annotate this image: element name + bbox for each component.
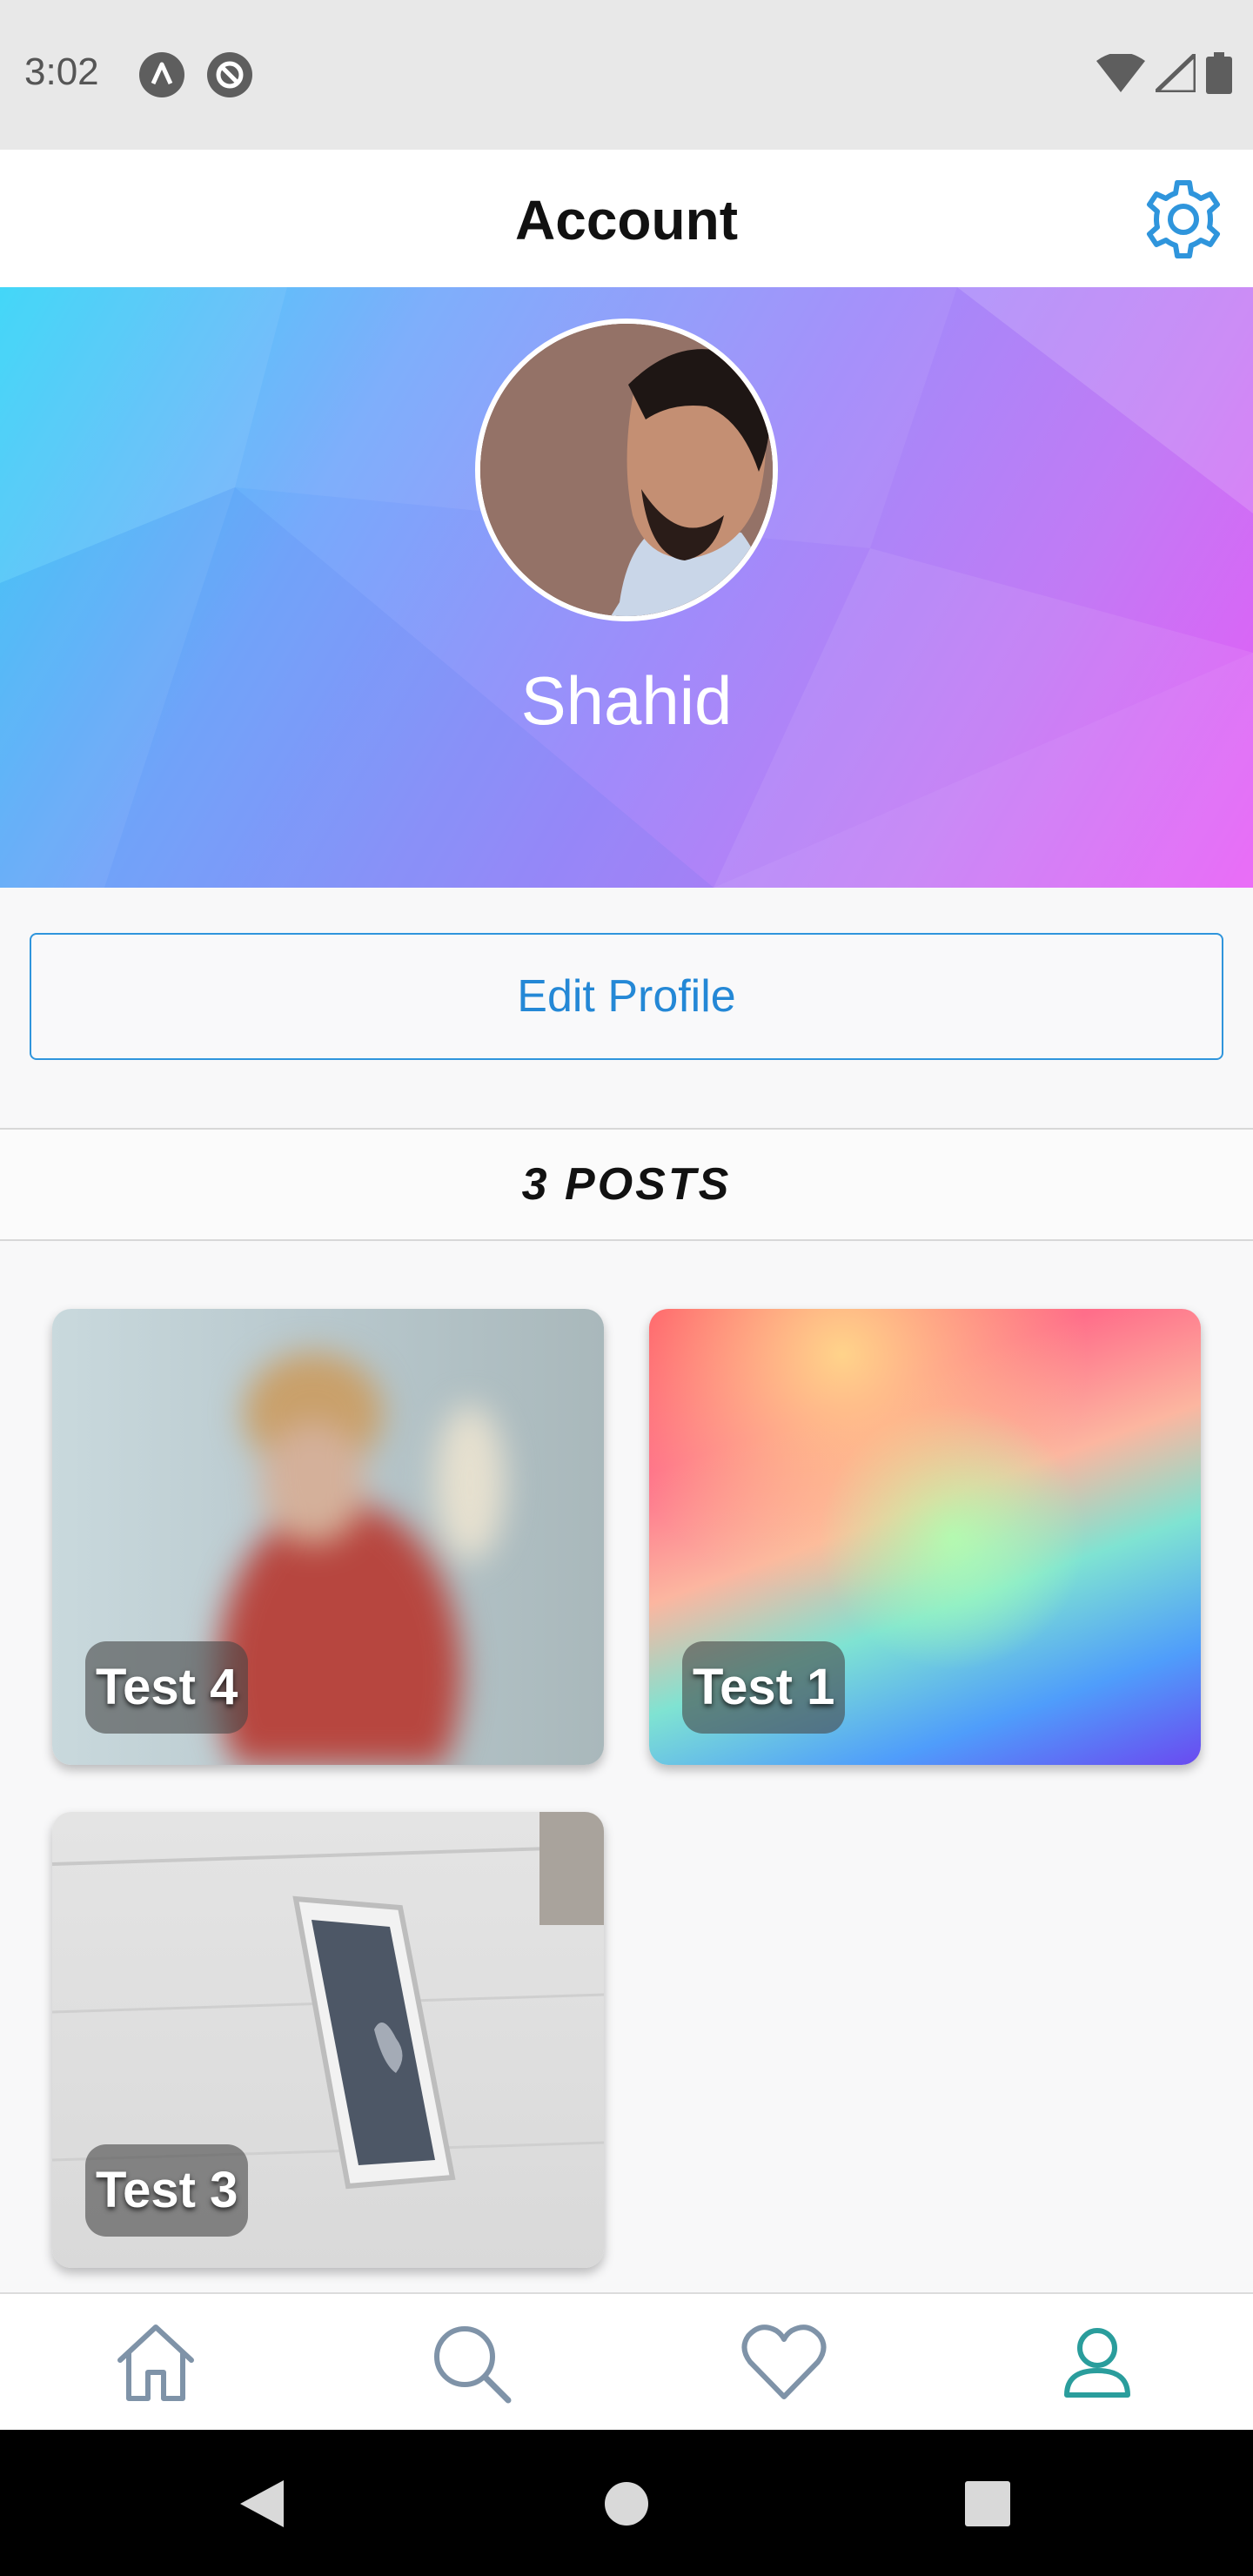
gear-icon [1147, 180, 1220, 258]
nav-profile[interactable] [1049, 2315, 1145, 2411]
status-bar: 3:02 [0, 0, 1253, 150]
posts-count: 3 POSTS [0, 1128, 1253, 1241]
battery-icon [1206, 52, 1232, 94]
avatar[interactable] [475, 319, 778, 621]
home-circle-icon [605, 2482, 648, 2526]
nav-likes[interactable] [736, 2315, 832, 2411]
app-header: Account [0, 150, 1253, 287]
profile-banner: Shahid [0, 287, 1253, 888]
profile-name: Shahid [520, 662, 733, 739]
system-back-button[interactable] [223, 2465, 301, 2543]
home-icon [117, 2324, 194, 2401]
system-recents-button[interactable] [948, 2465, 1027, 2543]
settings-button[interactable] [1140, 176, 1227, 263]
post-card[interactable]: Test 4 [52, 1309, 604, 1765]
post-label: Test 3 [85, 2144, 249, 2237]
post-card[interactable]: Test 3 [52, 1812, 604, 2268]
profile-icon [1064, 2328, 1130, 2398]
status-time: 3:02 [24, 50, 99, 93]
back-icon [240, 2480, 284, 2527]
nav-search[interactable] [423, 2315, 519, 2411]
signal-icon [1156, 54, 1196, 92]
search-icon [434, 2326, 512, 2404]
page-title: Account [515, 189, 738, 252]
android-a-icon [139, 52, 184, 97]
post-label: Test 1 [682, 1641, 846, 1734]
user-photo [480, 324, 773, 616]
no-entry-icon [207, 52, 252, 97]
bottom-navigation [0, 2292, 1253, 2430]
nav-home[interactable] [108, 2315, 204, 2411]
heart-icon [741, 2324, 827, 2399]
system-navigation-bar [0, 2430, 1253, 2576]
system-home-button[interactable] [587, 2465, 666, 2543]
post-card[interactable]: Test 1 [649, 1309, 1201, 1765]
recents-icon [965, 2481, 1010, 2526]
edit-profile-button[interactable]: Edit Profile [30, 933, 1223, 1060]
post-label: Test 4 [85, 1641, 249, 1734]
wifi-icon [1096, 54, 1145, 92]
